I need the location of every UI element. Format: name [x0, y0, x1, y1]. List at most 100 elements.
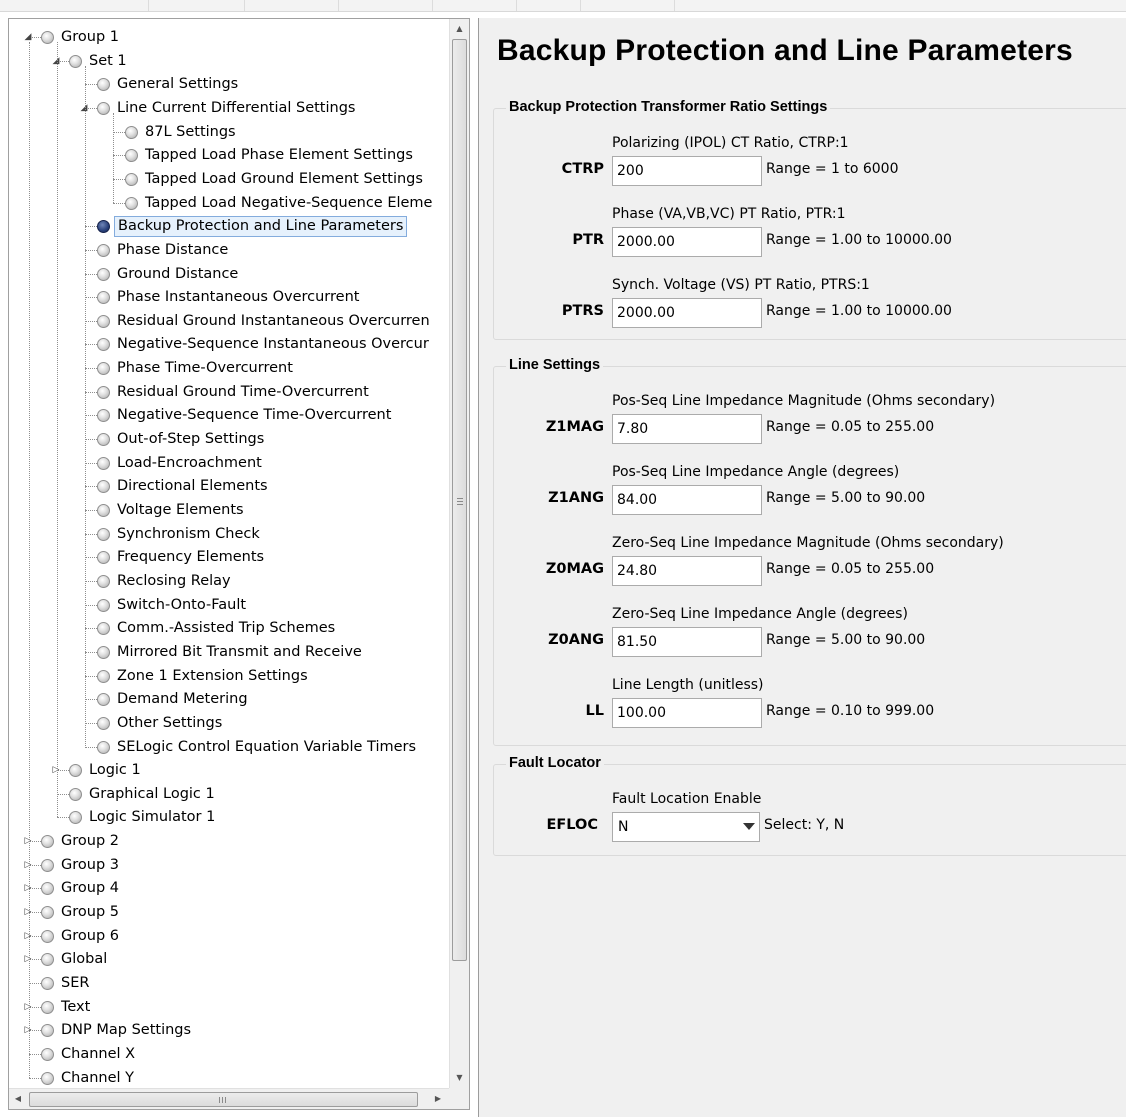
tree-item[interactable]: Zone 1 Extension Settings [9, 665, 449, 688]
tree-item[interactable]: 87L Settings [9, 121, 449, 144]
collapse-arrow-icon[interactable]: ◢ [23, 26, 33, 49]
expand-arrow-icon[interactable]: ▷ [23, 877, 33, 900]
horizontal-scroll-thumb[interactable] [29, 1092, 418, 1107]
toolbar-divider [674, 0, 675, 11]
tree-item[interactable]: Directional Elements [9, 475, 449, 498]
ll-description: Line Length (unitless) [612, 677, 764, 693]
tree-item[interactable]: Switch-Onto-Fault [9, 594, 449, 617]
tree-item[interactable]: Logic Simulator 1 [9, 806, 449, 829]
toolbar-divider [338, 0, 339, 11]
tree-item[interactable]: Tapped Load Phase Element Settings [9, 144, 449, 167]
z1ang-input[interactable]: 84.00 [612, 485, 762, 515]
tree-item[interactable]: ▷ Group 4 [9, 877, 449, 900]
tree-item[interactable]: Residual Ground Time-Overcurrent [9, 381, 449, 404]
tree-item[interactable]: Tapped Load Ground Element Settings [9, 168, 449, 191]
tree-item[interactable]: Synchronism Check [9, 523, 449, 546]
tree-item[interactable]: Frequency Elements [9, 546, 449, 569]
tree-item[interactable]: Negative-Sequence Instantaneous Overcur [9, 333, 449, 356]
tree-item[interactable]: Out-of-Step Settings [9, 428, 449, 451]
tree-item[interactable]: Residual Ground Instantaneous Overcurren [9, 310, 449, 333]
tree-item[interactable]: Other Settings [9, 712, 449, 735]
tree-item[interactable]: ▷ DNP Map Settings [9, 1019, 449, 1042]
expand-arrow-icon[interactable]: ▷ [23, 830, 33, 853]
tree-item[interactable]: ▷ Group 5 [9, 901, 449, 924]
tree-item[interactable]: ▷ Group 6 [9, 925, 449, 948]
tree-item[interactable]: Load-Encroachment [9, 452, 449, 475]
tree-item[interactable]: Negative-Sequence Time-Overcurrent [9, 404, 449, 427]
tree-item[interactable]: Mirrored Bit Transmit and Receive [9, 641, 449, 664]
tree-item[interactable]: SELogic Control Equation Variable Timers [9, 736, 449, 759]
tree-horizontal-scrollbar[interactable]: ◀ ▶ [9, 1088, 449, 1109]
expand-arrow-icon[interactable]: ▷ [23, 925, 33, 948]
tree-item[interactable]: Graphical Logic 1 [9, 783, 449, 806]
chevron-down-icon[interactable] [743, 823, 755, 830]
expand-arrow-icon[interactable]: ▷ [23, 948, 33, 971]
tree-item[interactable]: Tapped Load Negative-Sequence Eleme [9, 192, 449, 215]
tree-connector [85, 462, 97, 464]
tree-item[interactable]: Demand Metering [9, 688, 449, 711]
tree-item[interactable]: Backup Protection and Line Parameters [9, 215, 449, 238]
settings-tree-panel: ◢ Group 1 ◢ Set 1 General Settings ◢ Line Curr… [8, 18, 470, 1110]
tree-item[interactable]: Reclosing Relay [9, 570, 449, 593]
ll-input[interactable]: 100.00 [612, 698, 762, 728]
tree-item[interactable]: ◢ Set 1 [9, 50, 449, 73]
tree-item-label: Logic Simulator 1 [89, 809, 216, 826]
tree-item[interactable]: Channel X [9, 1043, 449, 1066]
expand-arrow-icon[interactable]: ▷ [23, 1019, 33, 1042]
fault-locator-section: Fault Locator Fault Location Enable EFLO… [493, 755, 1126, 856]
section-title: Backup Protection Transformer Ratio Sett… [506, 99, 831, 115]
tree-item[interactable]: Phase Distance [9, 239, 449, 262]
tree-item-label: Switch-Onto-Fault [117, 596, 247, 613]
tree-connector [57, 817, 69, 819]
ptr-label: PTR [572, 232, 604, 248]
node-bullet-icon [125, 149, 138, 163]
tree-item-label: Residual Ground Time-Overcurrent [117, 383, 369, 400]
collapse-arrow-icon[interactable]: ◢ [79, 97, 89, 120]
tree-item-label: Phase Instantaneous Overcurrent [117, 289, 360, 306]
tree-item[interactable]: Voltage Elements [9, 499, 449, 522]
tree-item[interactable]: General Settings [9, 73, 449, 96]
collapse-arrow-icon[interactable]: ◢ [51, 50, 61, 73]
tree-item[interactable]: Phase Instantaneous Overcurrent [9, 286, 449, 309]
tree-item-label: DNP Map Settings [61, 1022, 192, 1039]
tree-item[interactable]: Ground Distance [9, 263, 449, 286]
tree-item[interactable]: ▷ Text [9, 996, 449, 1019]
right-arrow-icon[interactable]: ▶ [429, 1089, 447, 1109]
ptrs-input[interactable]: 2000.00 [612, 298, 762, 328]
tree-item[interactable]: ▷ Group 3 [9, 854, 449, 877]
tree-vertical-scrollbar[interactable]: ▲ ▼ [449, 19, 469, 1088]
z0ang-input[interactable]: 81.50 [612, 627, 762, 657]
z0mag-input[interactable]: 24.80 [612, 556, 762, 586]
tree-item[interactable]: ▷ Global [9, 948, 449, 971]
tree-item[interactable]: ◢ Group 1 [9, 26, 449, 49]
ptr-input[interactable]: 2000.00 [612, 227, 762, 257]
ctrp-description: Polarizing (IPOL) CT Ratio, CTRP:1 [612, 135, 849, 151]
tree-item[interactable]: Comm.-Assisted Trip Schemes [9, 617, 449, 640]
tree-item[interactable]: ▷ Group 2 [9, 830, 449, 853]
z1mag-input[interactable]: 7.80 [612, 414, 762, 444]
vertical-scroll-thumb[interactable] [452, 39, 467, 961]
ctrp-input[interactable]: 200 [612, 156, 762, 186]
efloc-selected-value: N [618, 819, 629, 835]
tree-guide-line [113, 112, 114, 203]
left-arrow-icon[interactable]: ◀ [9, 1089, 27, 1109]
tree-item[interactable]: SER [9, 972, 449, 995]
tree-connector [85, 675, 97, 677]
ptrs-description: Synch. Voltage (VS) PT Ratio, PTRS:1 [612, 277, 870, 293]
tree-item-label: Mirrored Bit Transmit and Receive [117, 643, 362, 660]
node-bullet-icon [97, 716, 110, 730]
node-bullet-icon [97, 101, 110, 115]
efloc-select[interactable]: N [612, 812, 760, 842]
expand-arrow-icon[interactable]: ▷ [23, 854, 33, 877]
tree-item[interactable]: Channel Y [9, 1067, 449, 1088]
tree-item[interactable]: ◢ Line Current Differential Settings [9, 97, 449, 120]
tree-item-label: Tapped Load Phase Element Settings [145, 147, 413, 164]
expand-arrow-icon[interactable]: ▷ [51, 759, 61, 782]
down-arrow-icon[interactable]: ▼ [450, 1068, 469, 1088]
expand-arrow-icon[interactable]: ▷ [23, 901, 33, 924]
tree-item[interactable]: ▷ Logic 1 [9, 759, 449, 782]
up-arrow-icon[interactable]: ▲ [450, 19, 469, 39]
expand-arrow-icon[interactable]: ▷ [23, 996, 33, 1019]
tree-item-label: Channel Y [61, 1069, 134, 1086]
tree-item[interactable]: Phase Time-Overcurrent [9, 357, 449, 380]
